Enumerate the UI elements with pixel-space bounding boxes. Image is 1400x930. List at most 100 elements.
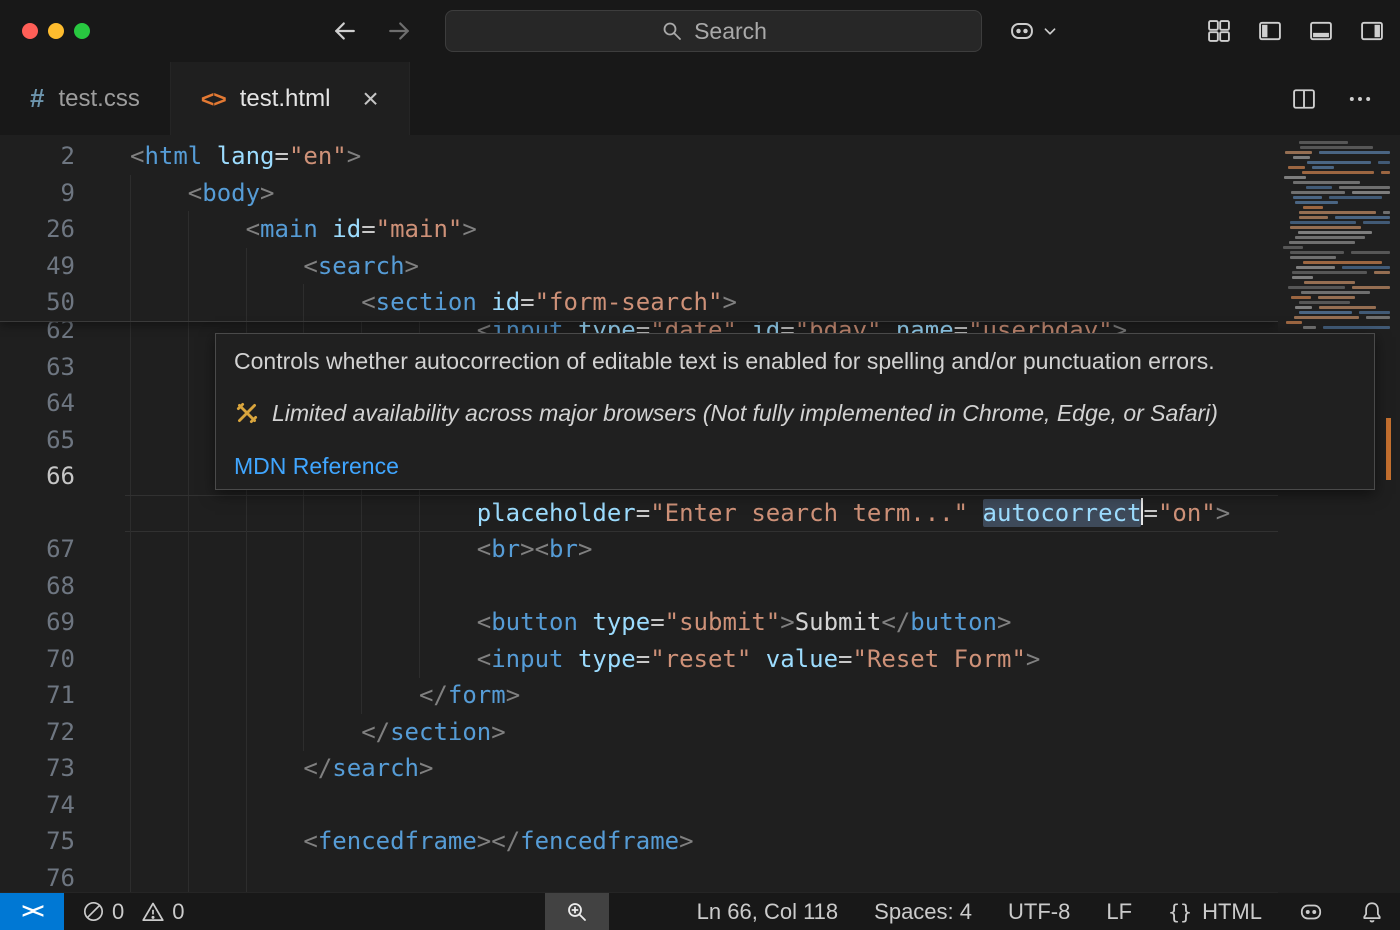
minimap-line [1319,151,1390,154]
line-number: 63 [0,349,75,386]
code-text[interactable]: <button type="submit">Submit</button> [130,604,1011,641]
minimap-line [1289,241,1355,244]
line-number: 2 [0,138,75,175]
code-text[interactable]: </search> [130,750,433,787]
status-indentation[interactable]: Spaces: 4 [874,899,972,925]
code-text[interactable] [130,568,477,605]
minimap-line [1295,236,1365,239]
minimap-line [1303,261,1381,264]
minimap-line [1299,211,1376,214]
code-line[interactable]: 76 [0,860,1278,894]
minimap-line [1292,271,1367,274]
bell-icon[interactable] [1360,900,1384,924]
status-eol[interactable]: LF [1106,899,1132,925]
code-line[interactable]: 70 <input type="reset" value="Reset Form… [0,641,1278,678]
code-line[interactable]: 71 </form> [0,677,1278,714]
back-arrow-icon[interactable] [330,16,360,46]
code-line[interactable]: 73 </search> [0,750,1278,787]
close-icon[interactable]: × [362,85,378,113]
mdn-reference-link[interactable]: MDN Reference [234,451,399,481]
warning-count: 0 [172,899,184,925]
minimap-line [1301,291,1371,294]
toggle-primary-sidebar-icon[interactable] [1256,17,1284,45]
line-number: 9 [0,175,75,212]
code-line[interactable]: 50 <section id="form-search"> [0,284,1278,321]
status-problems[interactable]: 0 0 [82,899,195,925]
code-text[interactable]: placeholder="Enter search term..." autoc… [130,495,1230,532]
minimap-line [1283,246,1303,249]
minimap-line [1339,186,1390,189]
code-text[interactable] [130,860,303,894]
sticky-scroll[interactable]: 2<html lang="en">9 <body>26 <main id="ma… [0,135,1278,322]
code-line[interactable]: 72 </section> [0,714,1278,751]
html-file-icon: <> [201,86,226,113]
toggle-panel-icon[interactable] [1307,17,1335,45]
remote-indicator[interactable]: >< [0,893,64,930]
copilot-status-icon[interactable] [1298,899,1324,925]
editor-actions [1290,62,1400,135]
code-line[interactable]: 9 <body> [0,175,1278,212]
code-line[interactable]: 26 <main id="main"> [0,211,1278,248]
code-text[interactable]: </form> [130,677,520,714]
code-text[interactable]: <html lang="en"> [130,138,361,175]
minimap-line [1307,161,1371,164]
minimap-line [1299,311,1352,314]
overview-ruler-marker [1386,418,1391,480]
tab-test-css[interactable]: # test.css [0,62,171,135]
minimap-line [1359,311,1390,314]
code-line[interactable]: 67 <br><br> [0,531,1278,568]
code-text[interactable]: </section> [130,714,506,751]
status-line-col[interactable]: Ln 66, Col 118 [697,899,838,925]
command-center-search[interactable]: Search [445,10,982,52]
minimap-line [1300,146,1373,149]
status-language[interactable]: {} HTML [1168,899,1262,925]
minimap-line [1378,161,1390,164]
minimap-line [1295,306,1312,309]
code-text[interactable]: <br><br> [130,531,592,568]
zoom-indicator[interactable] [545,893,609,930]
code-text[interactable]: <main id="main"> [130,211,477,248]
copilot-menu[interactable] [1008,0,1061,62]
code-line[interactable]: placeholder="Enter search term..." autoc… [0,495,1278,532]
line-number: 67 [0,531,75,568]
error-icon [82,900,105,923]
minimap-line [1329,196,1382,199]
window-controls [22,23,90,39]
more-actions-icon[interactable] [1346,85,1374,113]
code-line[interactable]: 2 <html lang="en"> [0,138,1278,175]
minimap-line [1284,176,1307,179]
close-window-button[interactable] [22,23,38,39]
code-line[interactable]: 68 [0,568,1278,605]
minimap-line [1299,141,1349,144]
code-text[interactable]: <search> [130,248,419,285]
tab-label: test.html [240,85,331,113]
code-line[interactable]: 69 <button type="submit">Submit</button> [0,604,1278,641]
code-text[interactable]: <body> [130,175,275,212]
minimap[interactable] [1278,135,1400,893]
minimap-line [1374,271,1390,274]
minimap-line [1291,296,1311,299]
zoom-window-button[interactable] [74,23,90,39]
line-number: 49 [0,248,75,285]
minimize-window-button[interactable] [48,23,64,39]
code-text[interactable]: <section id="form-search"> [130,284,737,321]
customize-layout-icon[interactable] [1205,17,1233,45]
status-encoding[interactable]: UTF-8 [1008,899,1070,925]
split-editor-icon[interactable] [1290,85,1318,113]
minimap-line [1290,251,1344,254]
code-text[interactable] [130,787,303,824]
forward-arrow-icon[interactable] [384,16,414,46]
code-line[interactable]: 49 <search> [0,248,1278,285]
minimap-line [1312,166,1334,169]
toggle-secondary-sidebar-icon[interactable] [1358,17,1386,45]
css-file-icon: # [30,83,44,114]
code-line[interactable]: 74 [0,787,1278,824]
code-text[interactable]: <input type="reset" value="Reset Form"> [130,641,1040,678]
minimap-line [1381,171,1390,174]
code-text[interactable]: <fencedframe></fencedframe> [130,823,694,860]
minimap-line [1293,196,1322,199]
minimap-line [1351,251,1390,254]
line-number: 68 [0,568,75,605]
code-line[interactable]: 75 <fencedframe></fencedframe> [0,823,1278,860]
tab-test-html[interactable]: <> test.html × [171,62,410,136]
